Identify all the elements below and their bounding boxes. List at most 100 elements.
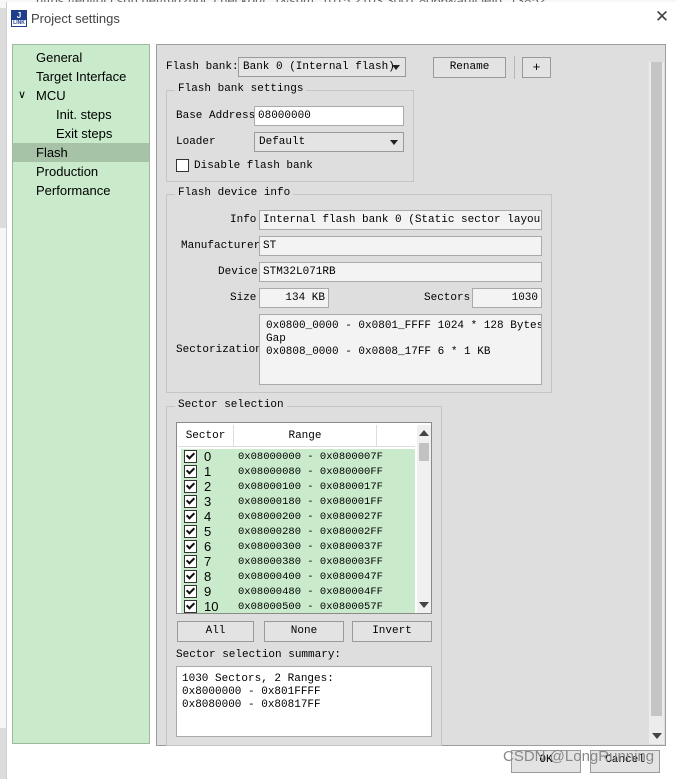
summary-line: 1030 Sectors, 2 Ranges:	[182, 673, 334, 685]
invert-selection-button[interactable]: Invert	[352, 621, 432, 642]
checkmark-icon	[185, 585, 196, 595]
sectorization-line: Gap	[266, 333, 286, 345]
table-row[interactable]: 7 0x08000380 - 0x080003FF	[181, 554, 415, 569]
sector-checkbox[interactable]	[184, 540, 197, 553]
sidebar-item-target-interface[interactable]: Target Interface	[13, 67, 149, 86]
sidebar-item-mcu[interactable]: ∨ MCU	[13, 86, 149, 105]
select-all-button[interactable]: All	[177, 621, 254, 642]
size-label: Size	[230, 292, 257, 304]
table-row[interactable]: 8 0x08000400 - 0x0800047F	[181, 569, 415, 584]
flash-bank-label: Flash bank:	[166, 61, 239, 73]
sector-number: 6	[204, 539, 212, 554]
sector-range: 0x08000200 - 0x0800027F	[238, 511, 383, 523]
watermark: CSDN @LongRunning	[503, 748, 655, 765]
sector-checkbox[interactable]	[184, 555, 197, 568]
sector-range: 0x08000400 - 0x0800047F	[238, 571, 383, 583]
base-address-label: Base Address	[176, 110, 256, 122]
chevron-down-icon[interactable]: ∨	[18, 86, 26, 105]
scroll-up-icon[interactable]	[419, 430, 429, 436]
sidebar-item-performance[interactable]: Performance	[13, 181, 149, 200]
manufacturer-label: Manufacturer	[181, 240, 261, 252]
checkmark-icon	[185, 510, 196, 520]
sector-range: 0x08000000 - 0x0800007F	[238, 451, 383, 463]
sidebar-item-exit-steps[interactable]: Exit steps	[13, 124, 149, 143]
sector-number: 2	[204, 479, 212, 494]
checkmark-icon	[185, 495, 196, 505]
table-row[interactable]: 4 0x08000200 - 0x0800027F	[181, 509, 415, 524]
table-row[interactable]: 2 0x08000100 - 0x0800017F	[181, 479, 415, 494]
scroll-thumb[interactable]	[651, 62, 662, 716]
scroll-down-icon[interactable]	[419, 602, 429, 608]
sector-number: 5	[204, 524, 212, 539]
sector-checkbox[interactable]	[184, 525, 197, 538]
table-row[interactable]: 9 0x08000480 - 0x080004FF	[181, 584, 415, 599]
jlink-logo-icon: J LINK	[11, 10, 27, 27]
table-row[interactable]: 0 0x08000000 - 0x0800007F	[181, 449, 415, 464]
sector-checkbox[interactable]	[184, 450, 197, 463]
info-field: Internal flash bank 0 (Static sector lay…	[259, 210, 542, 230]
sectors-field: 1030	[472, 288, 542, 308]
disable-flash-bank-checkbox[interactable]	[176, 159, 189, 172]
base-address-input[interactable]: 08000000	[254, 106, 404, 126]
loader-select[interactable]: Default	[254, 132, 404, 152]
settings-sidebar: General Target Interface ∨ MCU Init. step…	[12, 44, 150, 744]
settings-scrollbar[interactable]	[649, 62, 664, 744]
sectorization-line: 0x0800_0000 - 0x0801_FFFF 1024 * 128 Byt…	[266, 320, 542, 332]
sector-table-scrollbar[interactable]	[417, 425, 431, 613]
add-bank-button[interactable]: +	[522, 57, 551, 78]
disable-flash-bank-label: Disable flash bank	[194, 160, 313, 172]
sectorization-label: Sectorization	[176, 344, 262, 356]
sidebar-item-production[interactable]: Production	[13, 162, 149, 181]
sectors-label: Sectors	[424, 292, 471, 304]
sector-number: 3	[204, 494, 212, 509]
group-title: Sector selection	[175, 399, 287, 411]
logo-mark: J	[12, 11, 26, 20]
chevron-down-icon	[392, 65, 400, 70]
info-label: Info	[230, 214, 257, 226]
rename-button[interactable]: Rename	[433, 57, 506, 78]
sector-number: 8	[204, 569, 212, 584]
sector-range: 0x08000080 - 0x080000FF	[238, 466, 383, 478]
summary-line: 0x8000000 - 0x801FFFF	[182, 686, 321, 698]
table-row[interactable]: 3 0x08000180 - 0x080001FF	[181, 494, 415, 509]
sidebar-item-flash[interactable]: Flash	[13, 143, 149, 162]
summary-line: 0x8080000 - 0x80817FF	[182, 699, 321, 711]
table-row[interactable]: 10 0x08000500 - 0x0800057F	[181, 599, 415, 613]
sector-range: 0x08000180 - 0x080001FF	[238, 496, 383, 508]
checkmark-icon	[185, 570, 196, 580]
size-field: 134 KB	[259, 288, 329, 308]
sector-range: 0x08000500 - 0x0800057F	[238, 601, 383, 613]
sector-number: 9	[204, 584, 212, 599]
column-header-sector[interactable]: Sector	[178, 425, 234, 447]
sector-table: Sector Range 0 0x08000000 - 0x0800007F 1 0x…	[176, 422, 432, 614]
select-none-button[interactable]: None	[264, 621, 344, 642]
sector-number: 0	[204, 449, 212, 464]
scroll-down-icon[interactable]	[652, 733, 662, 739]
flash-bank-select[interactable]: Bank 0 (Internal flash)	[238, 57, 406, 77]
sector-checkbox[interactable]	[184, 570, 197, 583]
sector-checkbox[interactable]	[184, 465, 197, 478]
logo-text: LINK	[13, 20, 25, 26]
sector-checkbox[interactable]	[184, 495, 197, 508]
sidebar-item-init-steps[interactable]: Init. steps	[13, 105, 149, 124]
sector-checkbox[interactable]	[184, 510, 197, 523]
sidebar-item-general[interactable]: General	[13, 48, 149, 67]
close-icon[interactable]: ✕	[654, 8, 670, 26]
title-bar: J LINK Project settings ✕	[7, 2, 676, 34]
table-row[interactable]: 5 0x08000280 - 0x080002FF	[181, 524, 415, 539]
sector-checkbox[interactable]	[184, 600, 197, 613]
sector-checkbox[interactable]	[184, 480, 197, 493]
checkmark-icon	[185, 450, 196, 460]
scroll-thumb[interactable]	[419, 443, 429, 461]
sector-table-header: Sector Range	[178, 425, 415, 447]
toolbar-divider	[514, 56, 515, 79]
sector-range: 0x08000280 - 0x080002FF	[238, 526, 383, 538]
sector-checkbox[interactable]	[184, 585, 197, 598]
checkmark-icon	[185, 555, 196, 565]
sector-summary-field: 1030 Sectors, 2 Ranges: 0x8000000 - 0x80…	[176, 666, 432, 737]
sector-range: 0x08000100 - 0x0800017F	[238, 481, 383, 493]
table-row[interactable]: 1 0x08000080 - 0x080000FF	[181, 464, 415, 479]
table-row[interactable]: 6 0x08000300 - 0x0800037F	[181, 539, 415, 554]
checkmark-icon	[185, 540, 196, 550]
column-header-range[interactable]: Range	[234, 425, 377, 447]
